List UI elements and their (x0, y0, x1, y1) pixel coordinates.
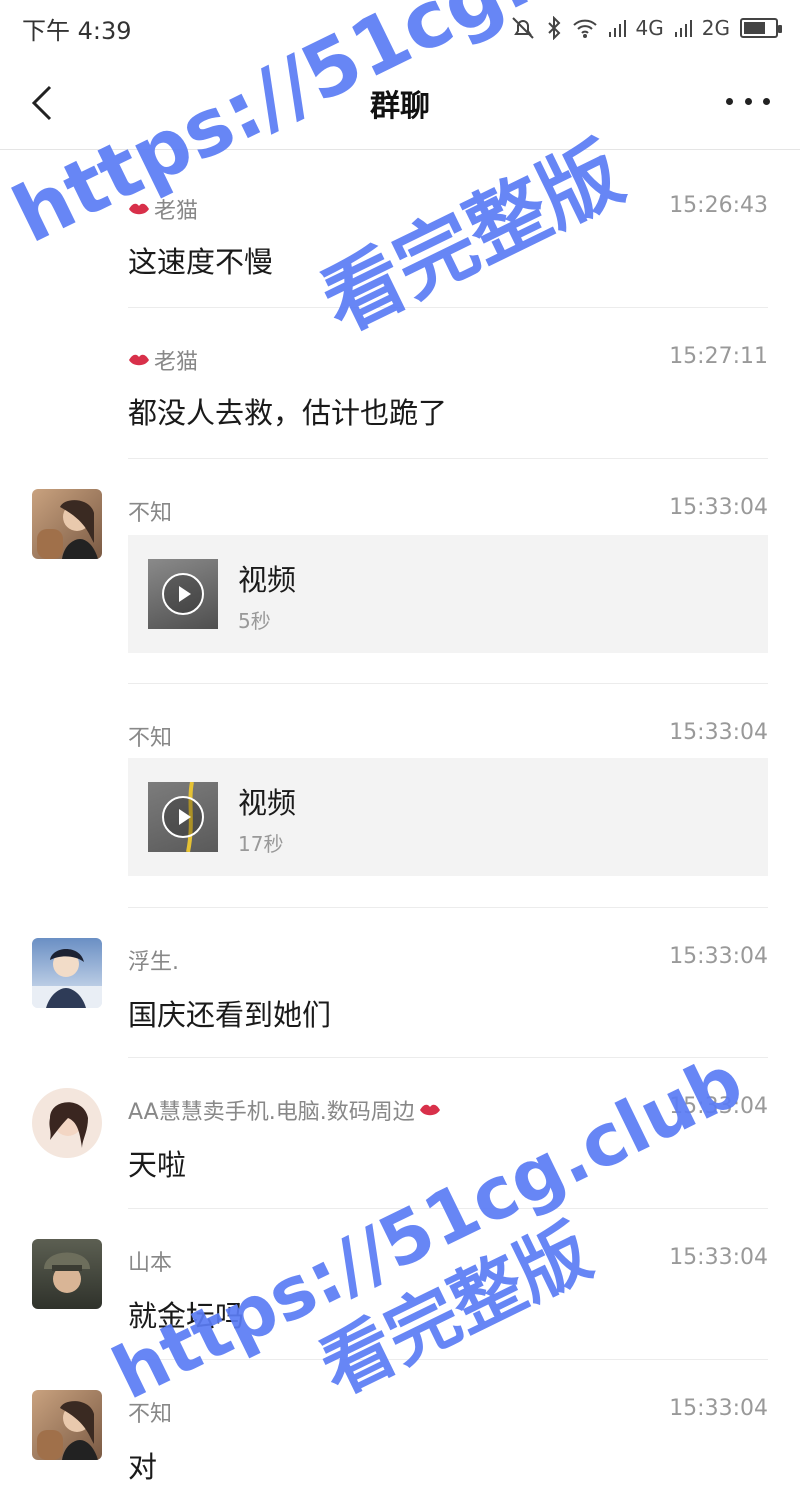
bluetooth-icon (547, 16, 560, 40)
back-button[interactable] (22, 78, 62, 128)
message-text[interactable]: 都没人去救，估计也跪了 (128, 390, 447, 432)
status-icons: 4G 2G (510, 16, 782, 40)
message-text[interactable]: 这速度不慢 (128, 239, 273, 281)
video-title: 视频 (238, 563, 297, 597)
nav-bar: 群聊 (0, 56, 800, 150)
network-2g-label: 2G (701, 16, 730, 40)
message-time: 15:33:04 (669, 1245, 768, 1270)
avatar-image (37, 500, 98, 559)
sender-row: 老猫 (128, 344, 198, 376)
message-text[interactable]: 就金坛吗 (128, 1293, 244, 1335)
message-item: 不知 15:33:04 视频 17秒 (128, 683, 768, 907)
sender-name: 浮生. (128, 950, 179, 975)
sender-row: AA慧慧卖手机.电脑.数码周边 (128, 1094, 441, 1126)
lips-icon (419, 1104, 440, 1116)
avatar-image (49, 1102, 88, 1148)
sender-name: 不知 (128, 1402, 173, 1427)
video-duration: 5秒 (238, 609, 271, 633)
video-duration: 17秒 (238, 832, 284, 856)
video-title: 视频 (238, 786, 297, 820)
avatar-image (32, 949, 102, 1008)
avatar-image (44, 1252, 90, 1293)
battery-icon (740, 18, 782, 38)
message-time: 15:33:04 (669, 944, 768, 969)
status-time: 下午 4:39 (22, 16, 132, 45)
play-icon (162, 796, 204, 838)
sender-name: 不知 (128, 726, 173, 751)
video-message-card[interactable]: 视频 17秒 (128, 758, 768, 876)
sender-row: 不知 (128, 1396, 172, 1428)
dot-icon (763, 97, 770, 105)
avatar[interactable] (32, 1239, 102, 1309)
message-item: 老猫 15:27:11 都没人去救，估计也跪了 (128, 307, 768, 458)
chevron-left-icon (31, 85, 52, 121)
sender-name: 老猫 (154, 199, 199, 224)
message-item: 浮生. 15:33:04 国庆还看到她们 (32, 907, 768, 1057)
avatar[interactable] (32, 489, 102, 559)
dot-icon (744, 97, 752, 105)
play-icon (162, 573, 204, 615)
page-title: 群聊 (370, 88, 430, 124)
sender-row: 浮生. (128, 944, 179, 976)
signal-icon (674, 20, 692, 37)
video-message-card[interactable]: 视频 5秒 (128, 535, 768, 653)
sender-row: 不知 (128, 720, 172, 752)
message-time: 15:27:11 (669, 344, 768, 369)
sender-row: 山本 (128, 1245, 172, 1277)
message-time: 15:26:43 (669, 193, 768, 218)
wifi-icon (572, 19, 597, 38)
more-options-button[interactable] (726, 86, 770, 116)
video-thumbnail (148, 559, 218, 629)
network-4g-label: 4G (635, 16, 664, 40)
sender-name: 老猫 (154, 350, 199, 375)
message-time: 15:33:04 (669, 1396, 768, 1421)
message-item: 不知 15:33:04 对 (32, 1359, 768, 1489)
avatar-image (37, 1401, 98, 1460)
avatar[interactable] (32, 1390, 102, 1460)
message-time: 15:33:04 (669, 720, 768, 745)
message-list: 老猫 15:26:43 这速度不慢 老猫 15:27:11 都没人去救，估计也跪… (0, 155, 800, 1489)
sender-name: AA慧慧卖手机.电脑.数码周边 (128, 1100, 415, 1125)
sender-name: 山本 (128, 1251, 173, 1276)
mute-icon (511, 17, 534, 39)
message-item: 山本 15:33:04 就金坛吗 (32, 1208, 768, 1359)
message-time: 15:33:04 (669, 495, 768, 520)
message-text[interactable]: 国庆还看到她们 (128, 992, 331, 1034)
signal-icon (608, 20, 626, 37)
lips-icon (129, 203, 149, 215)
message-item: 老猫 15:26:43 这速度不慢 (128, 155, 768, 307)
message-text[interactable]: 天啦 (128, 1142, 186, 1184)
status-bar: 下午 4:39 4G 2G (0, 0, 800, 56)
sender-name: 不知 (128, 501, 173, 526)
sender-row: 老猫 (128, 193, 198, 225)
video-thumbnail (148, 782, 218, 852)
message-time: 15:33:04 (669, 1094, 768, 1119)
sender-row: 不知 (128, 495, 172, 527)
message-item: 不知 15:33:04 视频 5秒 (32, 458, 768, 683)
message-text[interactable]: 对 (128, 1444, 157, 1486)
avatar[interactable] (32, 938, 102, 1008)
message-item: AA慧慧卖手机.电脑.数码周边 15:33:04 天啦 (32, 1057, 768, 1208)
avatar[interactable] (32, 1088, 102, 1158)
lips-icon (129, 354, 149, 366)
dot-icon (726, 97, 733, 105)
